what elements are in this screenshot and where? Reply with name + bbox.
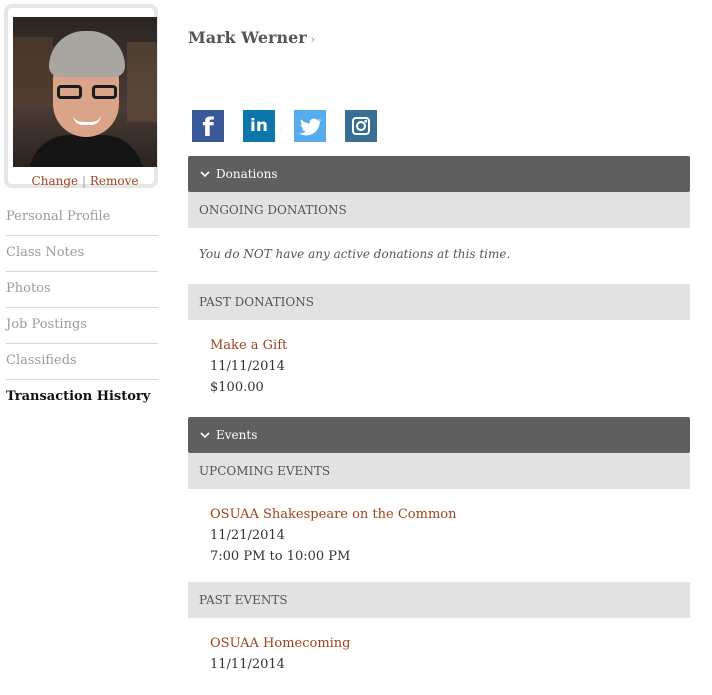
page-title[interactable]: Mark Werner › [188, 28, 315, 47]
change-photo-link[interactable]: Change [32, 174, 79, 188]
sidebar-item-class-notes[interactable]: Class Notes [6, 236, 158, 272]
sidebar-item-classifieds[interactable]: Classifieds [6, 344, 158, 380]
ongoing-donations-header: ONGOING DONATIONS [188, 192, 690, 228]
event-date: 11/11/2014 [210, 657, 285, 672]
linkedin-icon[interactable]: in [243, 110, 275, 142]
donations-title: Donations [216, 167, 278, 181]
list-item: OSUAA Shakespeare on the Common 11/21/20… [210, 504, 457, 567]
event-time: 7:00 PM to 10:00 PM [210, 549, 351, 564]
events-section-header[interactable]: Events [188, 417, 690, 453]
ongoing-donations-note: You do NOT have any active donations at … [199, 247, 511, 261]
event-title-link[interactable]: OSUAA Homecoming [210, 636, 351, 651]
upcoming-events-header: UPCOMING EVENTS [188, 453, 690, 489]
event-date: 11/21/2014 [210, 528, 285, 543]
side-nav: Personal Profile Class Notes Photos Job … [6, 200, 158, 416]
donations-section-header[interactable]: Donations [188, 156, 690, 192]
sidebar-item-job-postings[interactable]: Job Postings [6, 308, 158, 344]
photo-actions-separator: | [81, 174, 86, 188]
instagram-icon[interactable] [345, 110, 377, 142]
avatar-card: Change | Remove [4, 4, 158, 188]
sidebar-item-photos[interactable]: Photos [6, 272, 158, 308]
sidebar-item-personal-profile[interactable]: Personal Profile [6, 200, 158, 236]
past-events-header: PAST EVENTS [188, 582, 690, 618]
user-name: Mark Werner [188, 28, 307, 47]
donation-title-link[interactable]: Make a Gift [210, 338, 287, 353]
events-title: Events [216, 428, 258, 442]
list-item: OSUAA Homecoming 11/11/2014 [210, 633, 351, 675]
donation-amount: $100.00 [210, 380, 264, 395]
sidebar-item-transaction-history[interactable]: Transaction History [6, 380, 158, 416]
donation-date: 11/11/2014 [210, 359, 285, 374]
chevron-down-icon [200, 158, 212, 194]
facebook-icon[interactable]: f [192, 110, 224, 143]
chevron-down-icon [200, 419, 212, 455]
past-donations-header: PAST DONATIONS [188, 284, 690, 320]
twitter-icon[interactable] [294, 110, 326, 142]
remove-photo-link[interactable]: Remove [90, 174, 139, 188]
event-title-link[interactable]: OSUAA Shakespeare on the Common [210, 507, 457, 522]
list-item: Make a Gift 11/11/2014 $100.00 [210, 335, 287, 398]
chevron-right-icon: › [310, 33, 316, 46]
avatar [13, 17, 157, 167]
photo-actions: Change | Remove [8, 174, 162, 188]
